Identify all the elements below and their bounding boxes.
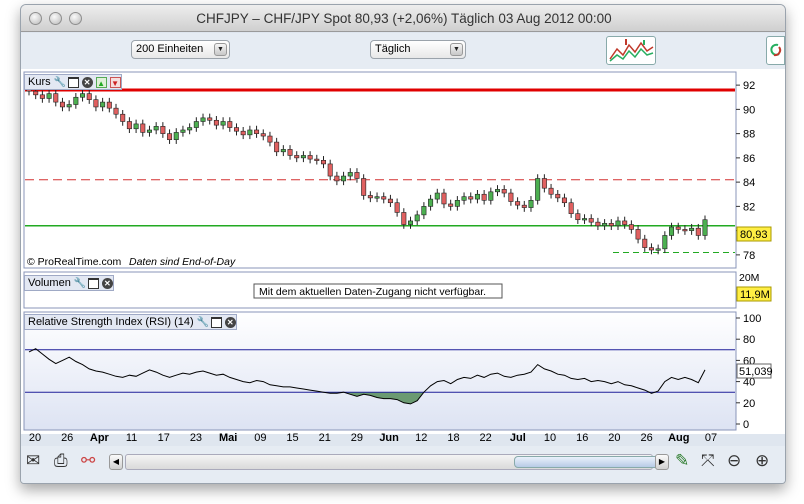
candle[interactable]: [535, 174, 541, 205]
rsi-tick-label: 20: [743, 398, 755, 410]
scrollbar-thumb[interactable]: [514, 456, 664, 468]
mail-icon[interactable]: ✉: [26, 450, 40, 472]
units-select-value: 200 Einheiten: [136, 43, 204, 55]
window-icon[interactable]: [67, 76, 79, 88]
time-tick-label: 12: [415, 432, 427, 444]
time-tick-label: 09: [254, 432, 266, 444]
time-tick-label: Mai: [219, 432, 237, 444]
bottom-toolbar: ✉ ⎙ ⚯ ◀ ▶ ✎ ⤧ ⊖ ⊕: [21, 446, 785, 483]
time-tick-label: Aug: [668, 432, 689, 444]
eod-note: Daten sind End-of-Day: [129, 256, 236, 268]
close-icon[interactable]: ✕: [101, 277, 113, 289]
time-tick-label: 26: [61, 432, 73, 444]
last-volume-value: 11,9M: [740, 289, 770, 301]
chart-canvas[interactable]: 92 90 88 86 84 82 80 78 80,93 © ProRealTime.com…: [21, 69, 786, 446]
price-tick-label: 82: [743, 201, 755, 213]
print-icon[interactable]: ⎙: [54, 450, 68, 472]
chart-style-button[interactable]: [606, 36, 656, 65]
period-select-value: Täglich: [375, 43, 411, 55]
chart-area: 92 90 88 86 84 82 80 78 80,93 © ProRealTime.com…: [21, 69, 785, 444]
time-tick-label: Jul: [510, 432, 526, 444]
unlink-icon[interactable]: ⚯: [81, 450, 95, 472]
price-tick-label: 84: [743, 177, 755, 189]
scroll-right-button[interactable]: ▶: [655, 454, 669, 470]
units-select[interactable]: 200 Einheiten ▼: [131, 40, 230, 59]
volume-panel-label: Volumen: [28, 277, 71, 289]
rsi-tick-label: 0: [743, 419, 749, 431]
volume-axis-tick: 20M: [739, 272, 759, 284]
scroll-left-button[interactable]: ◀: [109, 454, 123, 470]
volume-panel-header: Volumen 🔧 ✕: [24, 275, 114, 291]
time-tick-label: 07: [705, 432, 717, 444]
chevron-down-icon: ▼: [214, 43, 227, 56]
wrench-icon[interactable]: 🔧: [54, 77, 66, 88]
period-select[interactable]: Täglich ▼: [370, 40, 466, 59]
title-bar: CHFJPY – CHF/JPY Spot 80,93 (+2,06%) Täg…: [21, 5, 785, 32]
volume-unavailable-message: Mit dem aktuellen Daten-Zugang nicht ver…: [259, 286, 486, 298]
last-price-value: 80,93: [740, 229, 768, 241]
refresh-icon: [770, 43, 782, 57]
time-tick-label: 29: [351, 432, 363, 444]
rsi-last-value: 51,039: [739, 366, 773, 378]
time-axis: 20 26 Apr 11 17 23 Mai 09 15 21 29 Jun 12 18 22 Jul 10 16…: [29, 432, 717, 444]
chevron-down-icon: ▼: [450, 43, 463, 56]
window-title: CHFJPY – CHF/JPY Spot 80,93 (+2,06%) Täg…: [196, 11, 612, 26]
time-tick-label: Apr: [90, 432, 110, 444]
time-tick-label: 18: [447, 432, 459, 444]
price-tick-label: 86: [743, 153, 755, 165]
refresh-button[interactable]: [766, 36, 785, 65]
drawing-tool-icon[interactable]: ✎: [675, 450, 689, 472]
wrench-icon[interactable]: 🔧: [74, 278, 86, 289]
top-toolbar: 200 Einheiten ▼ Täglich ▼: [21, 33, 785, 69]
price-panel-header: Kurs 🔧 ✕ ▲ ▼: [24, 74, 122, 90]
close-icon[interactable]: ✕: [81, 76, 93, 88]
window-icon[interactable]: [87, 277, 99, 289]
time-scrollbar[interactable]: [125, 454, 664, 470]
time-tick-label: 10: [544, 432, 556, 444]
price-panel-frame: [23, 71, 737, 269]
chart-style-icon: [609, 39, 654, 62]
time-tick-label: 22: [480, 432, 492, 444]
zoom-out-icon[interactable]: ⊖: [727, 450, 741, 472]
app-window: CHFJPY – CHF/JPY Spot 80,93 (+2,06%) Täg…: [20, 4, 786, 484]
time-tick-label: 26: [640, 432, 652, 444]
price-tick-label: 92: [743, 80, 755, 92]
time-tick-label: 11: [126, 432, 137, 444]
time-tick-label: Jun: [379, 432, 399, 444]
time-tick-label: 21: [319, 432, 331, 444]
price-panel-label: Kurs: [28, 76, 51, 88]
rsi-panel-label: Relative Strength Index (RSI) (14): [28, 316, 194, 328]
time-tick-label: 16: [576, 432, 588, 444]
close-icon[interactable]: ✕: [224, 316, 236, 328]
rsi-panel-header: Relative Strength Index (RSI) (14) 🔧 ✕: [24, 314, 237, 330]
time-tick-label: 17: [158, 432, 170, 444]
zoom-in-icon[interactable]: ⊕: [755, 450, 769, 472]
time-tick-label: 20: [608, 432, 620, 444]
wrench-icon[interactable]: 🔧: [197, 317, 209, 328]
arrow-down-icon[interactable]: ▼: [109, 76, 121, 88]
arrow-up-icon[interactable]: ▲: [95, 76, 107, 88]
price-tick-label: 88: [743, 129, 755, 141]
attribution-text: © ProRealTime.com: [27, 256, 122, 268]
time-tick-label: 15: [286, 432, 298, 444]
price-tick-label: 90: [743, 104, 755, 116]
rsi-tick-label: 80: [743, 334, 755, 346]
time-tick-label: 23: [190, 432, 202, 444]
zoom-fit-icon[interactable]: ⤧: [701, 450, 715, 472]
time-tick-label: 20: [29, 432, 41, 444]
window-icon[interactable]: [210, 316, 222, 328]
rsi-tick-label: 100: [743, 313, 761, 325]
price-tick-label: 78: [743, 250, 755, 262]
